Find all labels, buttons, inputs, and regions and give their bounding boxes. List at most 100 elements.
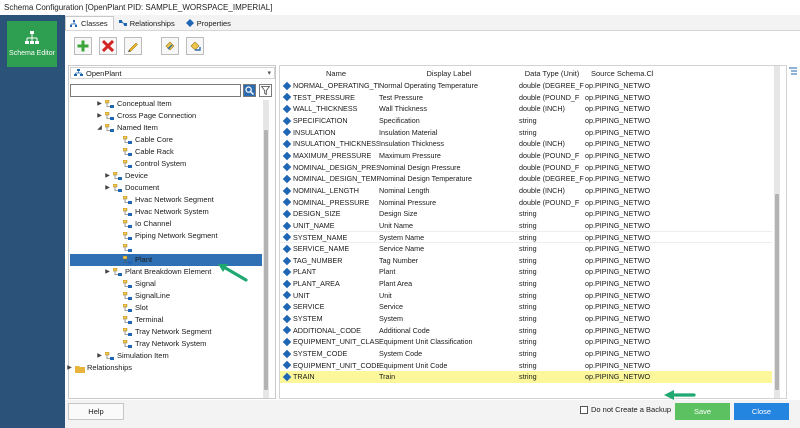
tab-relationships-label: Relationships <box>129 18 175 28</box>
tree-node[interactable]: ◢ Named Item <box>96 122 158 134</box>
expand-toggle-icon[interactable]: ▶ <box>104 266 111 278</box>
cell-data-type: string <box>519 279 537 289</box>
grid-scrollbar[interactable] <box>774 66 780 398</box>
schema-editor-button[interactable]: Schema Editor <box>7 21 57 67</box>
table-row[interactable]: NOMINAL_DESIGN_TEMP Nominal Design Temper… <box>280 173 772 185</box>
tree-node[interactable]: ▶ Plant Breakdown Element <box>104 266 211 278</box>
cell-data-type: double (INCH) <box>519 185 565 195</box>
tab-properties[interactable]: Properties <box>181 16 237 30</box>
table-row[interactable]: TRAIN Train string op.PIPING_NETWO <box>280 371 772 383</box>
table-row[interactable]: NOMINAL_LENGTH Nominal Length double (INCH… <box>280 185 772 197</box>
search-button[interactable] <box>243 84 256 97</box>
tree-node[interactable]: ▶ Document <box>104 182 159 194</box>
copy-button[interactable] <box>161 37 179 55</box>
edit-button[interactable] <box>124 37 142 55</box>
tree-node[interactable]: ▶ Conceptual Item <box>96 98 171 110</box>
table-row[interactable]: TEST_PRESSURE Test Pressure double (POUND_… <box>280 92 772 104</box>
backup-option[interactable]: Do not Create a Backup <box>580 405 671 414</box>
tree-scrollbar[interactable] <box>263 100 269 398</box>
table-row[interactable]: NOMINAL_DESIGN_PRES Nominal Design Pressu… <box>280 162 772 174</box>
table-row[interactable]: PLANT Plant string op.PIPING_NETWO <box>280 266 772 278</box>
tree-node[interactable]: Slot <box>114 302 148 314</box>
cell-data-type: string <box>519 209 537 219</box>
column-header-name[interactable]: Name <box>293 66 379 80</box>
tree-node[interactable]: SignalLine <box>114 290 170 302</box>
tree-node[interactable]: Piping Network System <box>114 242 213 254</box>
table-row[interactable]: MAXIMUM_PRESSURE Maximum Pressure double (… <box>280 150 772 162</box>
schema-root-combo[interactable]: OpenPlant ▾ <box>70 67 275 79</box>
cell-display-label: Service Name <box>379 244 425 254</box>
table-row[interactable]: SPECIFICATION Specification string op.PIPIN… <box>280 115 772 127</box>
table-row[interactable]: NOMINAL_PRESSURE Nominal Pressure double (… <box>280 197 772 209</box>
expand-toggle-icon[interactable]: ▶ <box>96 110 103 122</box>
cell-source-schema: op.PIPING_NETWO <box>585 127 651 137</box>
table-row[interactable]: SYSTEM_CODE System Code string op.PIPING_NE… <box>280 348 772 360</box>
tree-scrollbar-thumb[interactable] <box>264 130 268 390</box>
tab-relationships[interactable]: Relationships <box>114 16 181 30</box>
table-row[interactable]: PLANT_AREA Plant Area string op.PIPING_NETW… <box>280 278 772 290</box>
property-icon <box>282 174 291 184</box>
class-node-icon <box>113 267 122 276</box>
tree-node[interactable]: Hvac Network Segment <box>114 194 214 206</box>
cell-display-label: System <box>379 314 403 323</box>
expand-toggle-icon[interactable]: ◢ <box>96 122 103 134</box>
table-row[interactable]: WALL_THICKNESS Wall Thickness double (INCH… <box>280 103 772 115</box>
tree-node[interactable]: Io Channel <box>114 218 171 230</box>
row-icon-cell <box>280 197 293 209</box>
tree-node[interactable]: Hvac Network System <box>114 206 209 218</box>
table-row[interactable]: ADDITIONAL_CODE Additional Code string op.P… <box>280 325 772 337</box>
column-header-source-schema[interactable]: Source Schema.Cl <box>585 66 675 80</box>
table-row[interactable]: SERVICE_NAME Service Name string op.PIPING_… <box>280 243 772 255</box>
tree-node[interactable]: Terminal <box>114 314 163 326</box>
cell-display-label: Tag Number <box>379 255 419 265</box>
expand-toggle-icon[interactable]: ▶ <box>104 182 111 194</box>
tree-node[interactable]: Plant <box>114 254 152 266</box>
close-button[interactable]: Close <box>734 403 789 420</box>
expand-toggle-icon[interactable]: ▶ <box>96 350 103 362</box>
tree-node[interactable]: Cable Rack <box>114 146 174 158</box>
expand-toggle-icon[interactable]: ▶ <box>104 170 111 182</box>
tree-node[interactable]: Cable Core <box>114 134 173 146</box>
table-row[interactable]: UNIT Unit string op.PIPING_NETWO <box>280 290 772 302</box>
chevron-down-icon[interactable]: ▾ <box>267 68 271 79</box>
expand-toggle-icon[interactable]: ▶ <box>66 362 73 374</box>
tree-node[interactable]: ▶ Device <box>104 170 148 182</box>
cell-source-schema: op.PIPING_NETWO <box>585 92 651 102</box>
column-header-data-type[interactable]: Data Type (Unit) <box>519 66 585 80</box>
tree-node[interactable]: Tray Network System <box>114 338 206 350</box>
tree-node[interactable]: Piping Network Segment <box>114 230 218 242</box>
tree-node[interactable]: ▶ Simulation Item <box>96 350 169 362</box>
cell-name: INSULATION_THICKNESS <box>293 139 379 149</box>
table-row[interactable]: EQUIPMENT_UNIT_CLASS Equipment Unit Class… <box>280 336 772 348</box>
table-row[interactable]: INSULATION Insulation Material string op.PI… <box>280 127 772 139</box>
table-row[interactable]: DESIGN_SIZE Design Size string op.PIPING_NE… <box>280 208 772 220</box>
collapse-icon[interactable] <box>788 66 798 76</box>
tree-node[interactable]: Signal <box>114 278 156 290</box>
table-row[interactable]: EQUIPMENT_UNIT_CODE Equipment Unit Code st… <box>280 360 772 372</box>
tree-node[interactable]: ▶ Relationships <box>66 362 132 374</box>
expand-toggle-icon[interactable]: ▶ <box>96 98 103 110</box>
save-button[interactable]: Save <box>675 403 730 420</box>
table-row[interactable]: SERVICE Service string op.PIPING_NETWO <box>280 301 772 313</box>
table-row[interactable]: NORMAL_OPERATING_TE Normal Operating Temp… <box>280 80 772 92</box>
tree-search-input[interactable] <box>70 84 241 97</box>
add-button[interactable] <box>74 37 92 55</box>
grid-scrollbar-thumb[interactable] <box>775 194 779 390</box>
filter-button[interactable] <box>259 84 272 97</box>
no-backup-checkbox[interactable] <box>580 405 588 414</box>
table-row[interactable]: SYSTEM System string op.PIPING_NETWO <box>280 313 772 325</box>
tree-node[interactable]: Control System <box>114 158 186 170</box>
table-row[interactable]: INSULATION_THICKNESS Insulation Thickness… <box>280 138 772 150</box>
cell-source-schema: op.PIPING_NETWO <box>585 302 651 312</box>
paste-button[interactable] <box>186 37 204 55</box>
help-button[interactable]: Help <box>68 403 124 420</box>
tree-node[interactable]: Tray Network Segment <box>114 326 211 338</box>
delete-button[interactable] <box>99 37 117 55</box>
tab-classes[interactable]: Classes <box>65 16 114 30</box>
table-row[interactable]: SYSTEM_NAME System Name string op.PIPING_NE… <box>280 231 772 243</box>
table-row[interactable]: UNIT_NAME Unit Name string op.PIPING_NETWO <box>280 220 772 232</box>
table-row[interactable]: TAG_NUMBER Tag Number string op.PIPING_NETW… <box>280 255 772 267</box>
classes-icon <box>70 19 77 27</box>
tree-node[interactable]: ▶ Cross Page Connection <box>96 110 196 122</box>
column-header-display-label[interactable]: Display Label <box>379 66 519 80</box>
